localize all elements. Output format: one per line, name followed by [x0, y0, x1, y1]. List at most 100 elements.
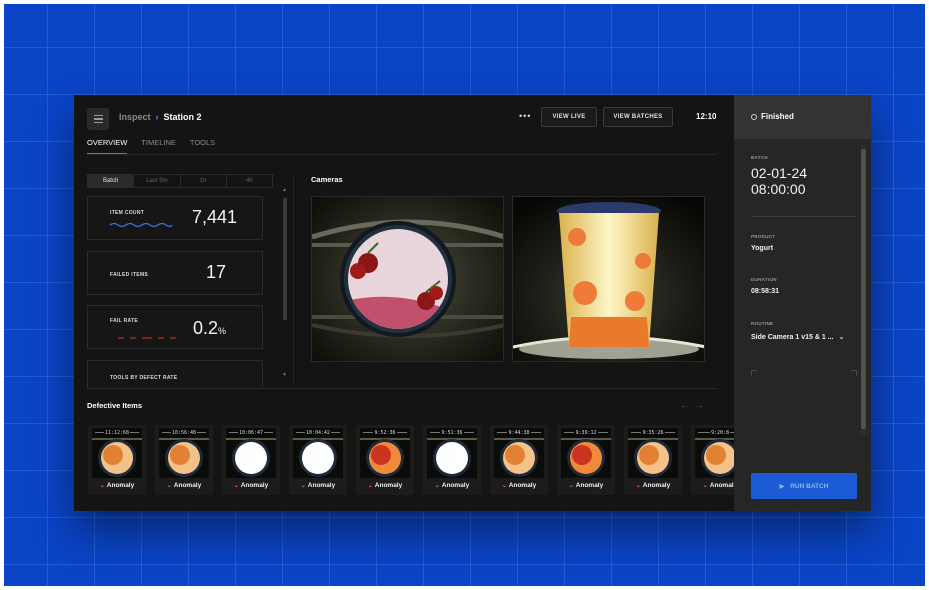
defective-item-time: 9:51:36 — [427, 430, 477, 436]
empty-slot — [751, 370, 857, 400]
anomaly-text: Anomaly — [307, 482, 336, 489]
defective-item-card[interactable]: 10:56:48 ⌄ Anomaly — [155, 425, 213, 495]
defective-item-card[interactable]: 10:06:47 ⌄ Anomaly — [222, 425, 280, 495]
stat-label: FAIL RATE — [110, 318, 139, 324]
routine-select[interactable]: Side Camera 1 v15 & 1 ... ⌄ — [751, 333, 844, 341]
defective-item-time: 9:39:12 — [561, 430, 611, 436]
tab-bar: OVERVIEW TIMELINE TOOLS — [87, 138, 215, 155]
scrollbar-thumb[interactable] — [861, 149, 866, 429]
defective-item-image: 9:52:36 — [360, 428, 410, 478]
time-text: 9:52:36 — [373, 430, 397, 436]
stat-value: 0.2% — [193, 318, 227, 338]
defective-item-image: 10:56:48 — [159, 428, 209, 478]
range-4h[interactable]: 4h — [227, 175, 272, 187]
defective-item-card[interactable]: 9:51:36 ⌄ Anomaly — [423, 425, 481, 495]
cameras-title: Cameras — [311, 175, 343, 184]
defective-item-label: ⌄Anomaly — [289, 482, 347, 489]
stat-tools-defect: TOOLS BY DEFECT RATE — [87, 360, 263, 388]
time-text: 10:06:47 — [237, 430, 265, 436]
time-text: 11:12:68 — [103, 430, 131, 436]
anomaly-text: Anomaly — [508, 482, 537, 489]
defective-item-time: 10:04:42 — [293, 430, 343, 436]
scroll-up-icon[interactable]: ▲ — [282, 187, 287, 193]
breadcrumb: Inspect › Station 2 — [119, 112, 202, 122]
defective-item-time: 9:20:8 — [695, 430, 734, 436]
defective-item-label: ⌄Anomaly — [624, 482, 682, 489]
chevron-down-icon: ⌄ — [838, 334, 845, 341]
defective-item-time: 10:56:48 — [159, 430, 209, 436]
defective-item-card[interactable]: 9:35:26 ⌄ Anomaly — [624, 425, 682, 495]
anomaly-chevron-icon: ⌄ — [568, 483, 574, 489]
arrow-left-icon[interactable]: ← — [680, 400, 695, 410]
arrow-right-icon[interactable]: → — [695, 400, 710, 410]
breadcrumb-station: Station 2 — [163, 112, 202, 122]
defective-item-card[interactable]: 10:04:42 ⌄ Anomaly — [289, 425, 347, 495]
stat-value: 7,441 — [192, 207, 238, 227]
view-live-button[interactable]: VIEW LIVE — [541, 107, 597, 127]
stat-label: ITEM COUNT — [110, 210, 145, 216]
app-window: Inspect › Station 2 ••• VIEW LIVE VIEW B… — [74, 95, 871, 511]
anomaly-chevron-icon: ⌄ — [367, 483, 373, 489]
time-text: 10:04:42 — [304, 430, 332, 436]
defective-item-time: 10:06:47 — [226, 430, 276, 436]
scroll-down-icon[interactable]: ▼ — [282, 372, 287, 378]
status-ring-icon — [751, 113, 757, 120]
range-1h[interactable]: 1h — [181, 175, 227, 187]
range-batch[interactable]: Batch — [88, 175, 135, 187]
defective-item-label: ⌄Anomaly — [423, 482, 481, 489]
anomaly-text: Anomaly — [709, 482, 734, 489]
time-text: 9:20:8 — [709, 430, 731, 436]
stat-fail-rate: FAIL RATE 0.2% — [87, 305, 263, 349]
defective-item-label: ⌄Anomaly — [356, 482, 414, 489]
camera-feed-top[interactable] — [311, 196, 504, 362]
stats-scrollbar[interactable]: ▲ ▼ — [281, 187, 289, 378]
tab-tools[interactable]: TOOLS — [190, 138, 215, 155]
defective-item-card[interactable]: 11:12:68 ⌄ Anomaly — [88, 425, 146, 495]
time-text: 9:35:26 — [641, 430, 665, 436]
tab-overview[interactable]: OVERVIEW — [87, 138, 128, 155]
defective-item-time: 9:52:36 — [360, 430, 410, 436]
routine-label: ROUTINE — [751, 321, 774, 326]
batch-datetime: 02-01-24 08:00:00 — [751, 165, 861, 197]
duration-label: DURATION — [751, 277, 777, 282]
defective-item-card[interactable]: 9:20:8 ⌄Anomaly — [691, 425, 734, 495]
time-text: 10:56:48 — [170, 430, 198, 436]
tab-timeline[interactable]: TIMELINE — [141, 138, 176, 155]
defective-item-label: ⌄Anomaly — [155, 482, 213, 489]
panel-scrollbar[interactable] — [861, 145, 866, 435]
defective-item-card[interactable]: 9:52:36 ⌄ Anomaly — [356, 425, 414, 495]
product-value: Yogurt — [751, 245, 774, 252]
stat-label: FAILED ITEMS — [110, 272, 149, 278]
anomaly-chevron-icon: ⌄ — [635, 483, 641, 489]
time-text: 9:44:38 — [507, 430, 531, 436]
anomaly-text: Anomaly — [106, 482, 135, 489]
defective-item-card[interactable]: 9:44:38 ⌄ Anomaly — [490, 425, 548, 495]
anomaly-chevron-icon: ⌄ — [702, 483, 708, 489]
defective-item-image: 9:39:12 — [561, 428, 611, 478]
camera-image-side — [513, 197, 704, 361]
defective-item-label: ⌄Anomaly — [88, 482, 146, 489]
defective-item-image: 9:44:38 — [494, 428, 544, 478]
defective-item-label: ⌄Anomaly — [691, 482, 734, 489]
anomaly-chevron-icon: ⌄ — [501, 483, 507, 489]
scrollbar-thumb[interactable] — [283, 198, 287, 320]
breadcrumb-inspect[interactable]: Inspect — [119, 112, 151, 122]
chevron-right-icon: › — [155, 112, 159, 122]
defective-item-card[interactable]: 9:39:12 ⌄ Anomaly — [557, 425, 615, 495]
range-last-5m[interactable]: Last 5m — [134, 175, 181, 187]
time-text: 9:39:12 — [574, 430, 598, 436]
defective-item-label: ⌄Anomaly — [557, 482, 615, 489]
batch-panel: Finished BATCH 02-01-24 08:00:00 PRODUCT… — [734, 95, 871, 511]
range-selector: Batch Last 5m 1h 4h — [87, 174, 273, 188]
run-batch-button[interactable]: ▶ RUN BATCH — [751, 473, 857, 499]
status-label: Finished — [761, 112, 794, 121]
more-icon[interactable]: ••• — [519, 111, 531, 121]
camera-feed-side[interactable] — [512, 196, 705, 362]
defective-item-time: 11:12:68 — [92, 430, 142, 436]
defective-item-image: 9:35:26 — [628, 428, 678, 478]
main-area: Inspect › Station 2 ••• VIEW LIVE VIEW B… — [74, 95, 734, 511]
product-label: PRODUCT — [751, 234, 776, 239]
panel-divider — [751, 216, 856, 217]
menu-icon[interactable] — [87, 108, 109, 130]
view-batches-button[interactable]: VIEW BATCHES — [603, 107, 673, 127]
